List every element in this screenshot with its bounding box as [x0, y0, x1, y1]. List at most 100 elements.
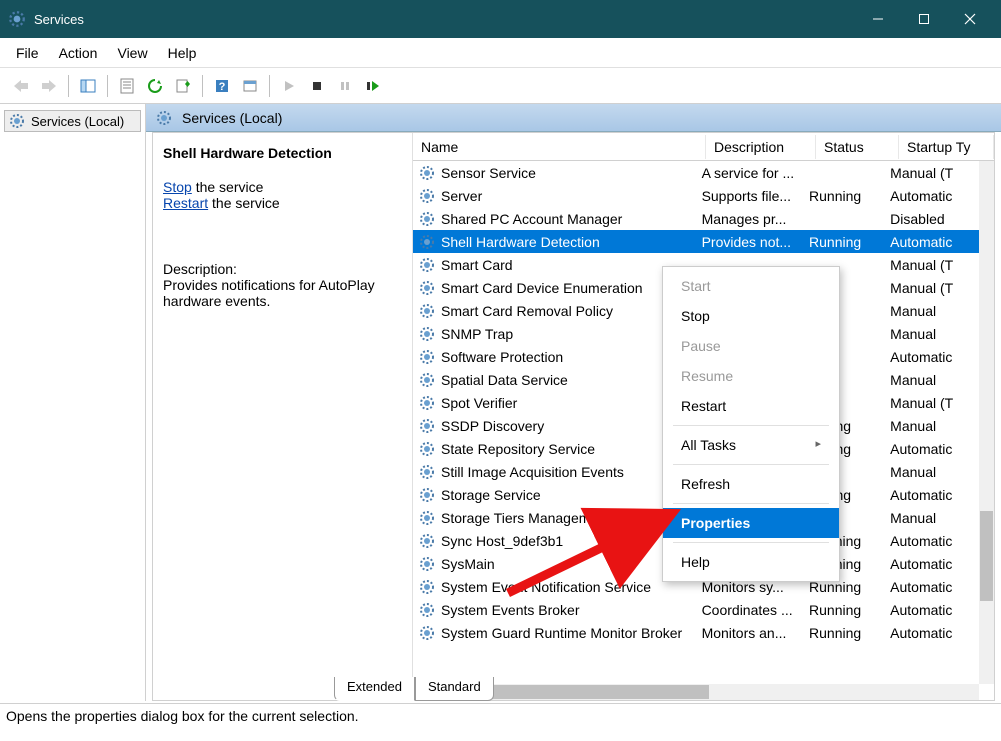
restart-line: Restart the service	[163, 195, 402, 211]
maximize-button[interactable]	[901, 0, 947, 38]
cell-startup: Manual (T	[886, 280, 979, 296]
gear-icon	[419, 395, 435, 411]
cell-startup: Manual	[886, 303, 979, 319]
col-description[interactable]: Description	[706, 135, 816, 159]
gear-icon	[419, 165, 435, 181]
context-menu: StartStopPauseResumeRestartAll Tasks▸Ref…	[662, 266, 840, 582]
cell-name: Shared PC Account Manager	[437, 211, 698, 227]
service-row[interactable]: Shared PC Account ManagerManages pr...Di…	[413, 207, 979, 230]
cell-startup: Automatic	[886, 625, 979, 641]
back-button[interactable]	[8, 73, 34, 99]
cell-name: Spatial Data Service	[437, 372, 698, 388]
restart-link[interactable]: Restart	[163, 195, 208, 211]
view-tabs: Extended Standard	[334, 677, 494, 701]
menubar: File Action View Help	[0, 38, 1001, 68]
help-button[interactable]: ?	[209, 73, 235, 99]
service-row[interactable]: Shell Hardware DetectionProvides not...R…	[413, 230, 979, 253]
scrollbar-thumb[interactable]	[980, 511, 993, 601]
cell-name: Sync Host_9def3b1	[437, 533, 698, 549]
col-name[interactable]: Name	[413, 135, 706, 159]
stop-link[interactable]: Stop	[163, 179, 192, 195]
menu-file[interactable]: File	[6, 41, 49, 65]
cell-name: Software Protection	[437, 349, 698, 365]
menu-divider	[673, 542, 829, 543]
description-text: Provides notifications for AutoPlay hard…	[163, 277, 402, 309]
gear-icon	[419, 211, 435, 227]
menu-item-help[interactable]: Help	[663, 547, 839, 577]
close-button[interactable]	[947, 0, 993, 38]
tree-pane: Services (Local)	[0, 104, 146, 701]
start-service-button[interactable]	[276, 73, 302, 99]
menu-view[interactable]: View	[107, 41, 157, 65]
cell-name: Smart Card Device Enumeration	[437, 280, 698, 296]
restart-service-button[interactable]	[360, 73, 386, 99]
cell-name: Spot Verifier	[437, 395, 698, 411]
services-icon	[8, 10, 26, 28]
gear-icon	[419, 556, 435, 572]
menu-item-start: Start	[663, 271, 839, 301]
cell-name: State Repository Service	[437, 441, 698, 457]
cell-startup: Automatic	[886, 579, 979, 595]
cell-description: Supports file...	[698, 188, 805, 204]
pause-service-button[interactable]	[332, 73, 358, 99]
tab-standard[interactable]: Standard	[415, 677, 494, 701]
cell-name: Storage Service	[437, 487, 698, 503]
stop-line: Stop the service	[163, 179, 402, 195]
cell-name: SSDP Discovery	[437, 418, 698, 434]
gear-icon	[419, 349, 435, 365]
refresh-button[interactable]	[142, 73, 168, 99]
properties-button[interactable]	[114, 73, 140, 99]
cell-name: Storage Tiers Management	[437, 510, 698, 526]
vertical-scrollbar[interactable]	[979, 161, 994, 684]
gear-icon	[419, 464, 435, 480]
menu-item-restart[interactable]: Restart	[663, 391, 839, 421]
tab-extended[interactable]: Extended	[334, 677, 415, 701]
window-title: Services	[34, 12, 855, 27]
list-header: Name Description Status Startup Ty	[413, 133, 994, 161]
service-row[interactable]: Sensor ServiceA service for ...Manual (T	[413, 161, 979, 184]
service-row[interactable]: System Guard Runtime Monitor BrokerMonit…	[413, 621, 979, 644]
statusbar: Opens the properties dialog box for the …	[0, 703, 1001, 741]
cell-name: Still Image Acquisition Events	[437, 464, 698, 480]
menu-help[interactable]: Help	[158, 41, 207, 65]
gear-icon	[419, 487, 435, 503]
menu-item-properties[interactable]: Properties	[663, 508, 839, 538]
stop-service-button[interactable]	[304, 73, 330, 99]
cell-description: Provides not...	[698, 234, 805, 250]
cell-startup: Automatic	[886, 349, 979, 365]
gear-icon	[419, 303, 435, 319]
service-row[interactable]: System Events BrokerCoordinates ...Runni…	[413, 598, 979, 621]
cell-startup: Manual (T	[886, 165, 979, 181]
chevron-right-icon: ▸	[815, 437, 821, 450]
menu-divider	[673, 464, 829, 465]
gear-icon	[156, 110, 172, 126]
gear-icon	[419, 188, 435, 204]
show-hide-tree-button[interactable]	[75, 73, 101, 99]
cell-name: Server	[437, 188, 698, 204]
export-button[interactable]	[170, 73, 196, 99]
horizontal-scrollbar[interactable]	[413, 684, 979, 700]
menu-item-all-tasks[interactable]: All Tasks▸	[663, 430, 839, 460]
gear-icon	[419, 234, 435, 250]
menu-action[interactable]: Action	[49, 41, 108, 65]
gear-icon	[419, 372, 435, 388]
service-row[interactable]: ServerSupports file...RunningAutomatic	[413, 184, 979, 207]
cell-name: Smart Card	[437, 257, 698, 273]
minimize-button[interactable]	[855, 0, 901, 38]
menu-item-refresh[interactable]: Refresh	[663, 469, 839, 499]
cell-name: SysMain	[437, 556, 698, 572]
col-status[interactable]: Status	[816, 135, 899, 159]
cell-name: SNMP Trap	[437, 326, 698, 342]
options-button[interactable]	[237, 73, 263, 99]
cell-startup: Automatic	[886, 441, 979, 457]
tree-root-services-local[interactable]: Services (Local)	[4, 110, 141, 132]
menu-item-pause: Pause	[663, 331, 839, 361]
gear-icon	[419, 533, 435, 549]
forward-button[interactable]	[36, 73, 62, 99]
menu-item-stop[interactable]: Stop	[663, 301, 839, 331]
col-startup[interactable]: Startup Ty	[899, 135, 994, 159]
detail-pane: Shell Hardware Detection Stop the servic…	[153, 133, 413, 700]
gear-icon	[419, 280, 435, 296]
selected-service-name: Shell Hardware Detection	[163, 145, 402, 161]
gear-icon	[419, 257, 435, 273]
